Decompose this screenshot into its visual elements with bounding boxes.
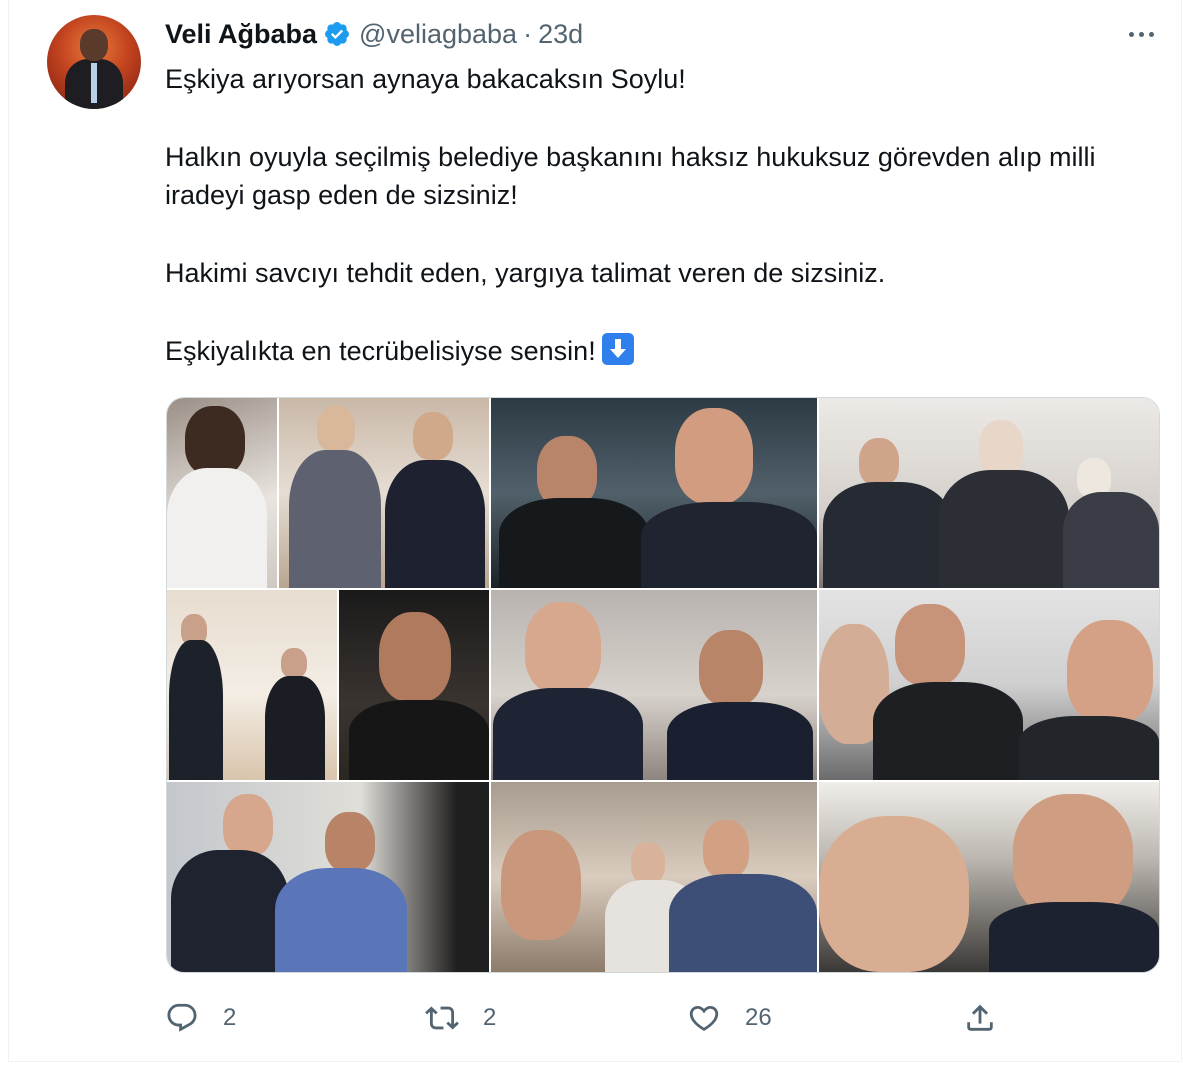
tweet-paragraph-2: Halkın oyuyla seçilmiş belediye başkanın… [165, 142, 1096, 210]
more-dot [1138, 31, 1144, 37]
tweet-actions: 2 2 26 [165, 996, 1005, 1040]
collage-photo-8[interactable] [819, 590, 1159, 780]
collage-photo-3[interactable] [491, 398, 817, 588]
collage-photo-4[interactable] [819, 398, 1159, 588]
photo-collage[interactable] [166, 397, 1160, 973]
like-button[interactable]: 26 [687, 996, 772, 1040]
avatar-head-shape [80, 29, 108, 61]
like-icon [689, 1005, 719, 1031]
collage-photo-11[interactable] [819, 782, 1159, 972]
avatar-tie-shape [91, 63, 97, 103]
arrow-down-emoji-icon [601, 333, 634, 365]
retweet-button[interactable]: 2 [425, 996, 496, 1040]
reply-count: 2 [223, 1004, 237, 1031]
collage-photo-1[interactable] [167, 398, 277, 588]
more-dot [1128, 31, 1134, 37]
tweet-text: Eşkiya arıyorsan aynaya bakacaksın Soylu… [165, 60, 1155, 370]
tweet-paragraph-1: Eşkiya arıyorsan aynaya bakacaksın Soylu… [165, 64, 686, 94]
verified-badge-icon [325, 22, 350, 46]
collage-photo-7[interactable] [491, 590, 817, 780]
tweet-paragraph-3: Hakimi savcıyı tehdit eden, yargıya tali… [165, 258, 886, 288]
author-name[interactable]: Veli Ağbaba [165, 19, 317, 50]
header-separator: · [523, 18, 533, 49]
like-count: 26 [745, 1004, 772, 1031]
reply-button[interactable]: 2 [165, 996, 236, 1040]
tweet-header: Veli Ağbaba @veliagbaba · 23d [165, 16, 583, 52]
collage-photo-5[interactable] [167, 590, 337, 780]
tweet-timestamp[interactable]: 23d [538, 19, 583, 50]
reply-icon [167, 1003, 197, 1032]
collage-photo-2[interactable] [279, 398, 489, 588]
collage-photo-6[interactable] [339, 590, 489, 780]
author-avatar[interactable] [47, 15, 141, 109]
retweet-icon [425, 1006, 459, 1030]
tweet-paragraph-4-text: Eşkiyalıkta en tecrübelisiyse sensin! [165, 336, 596, 366]
tweet-card[interactable]: Veli Ağbaba @veliagbaba · 23d Eşkiya arı… [8, 0, 1182, 1062]
tweet-paragraph-4: Eşkiyalıkta en tecrübelisiyse sensin! [165, 332, 1155, 370]
more-icon[interactable] [1121, 20, 1161, 48]
share-button[interactable] [963, 996, 997, 1040]
collage-photo-10[interactable] [491, 782, 817, 972]
more-dot [1148, 31, 1154, 37]
retweet-count: 2 [483, 1004, 497, 1031]
collage-photo-9[interactable] [167, 782, 489, 972]
author-handle[interactable]: @veliagbaba [359, 19, 517, 50]
share-icon [967, 1004, 993, 1031]
